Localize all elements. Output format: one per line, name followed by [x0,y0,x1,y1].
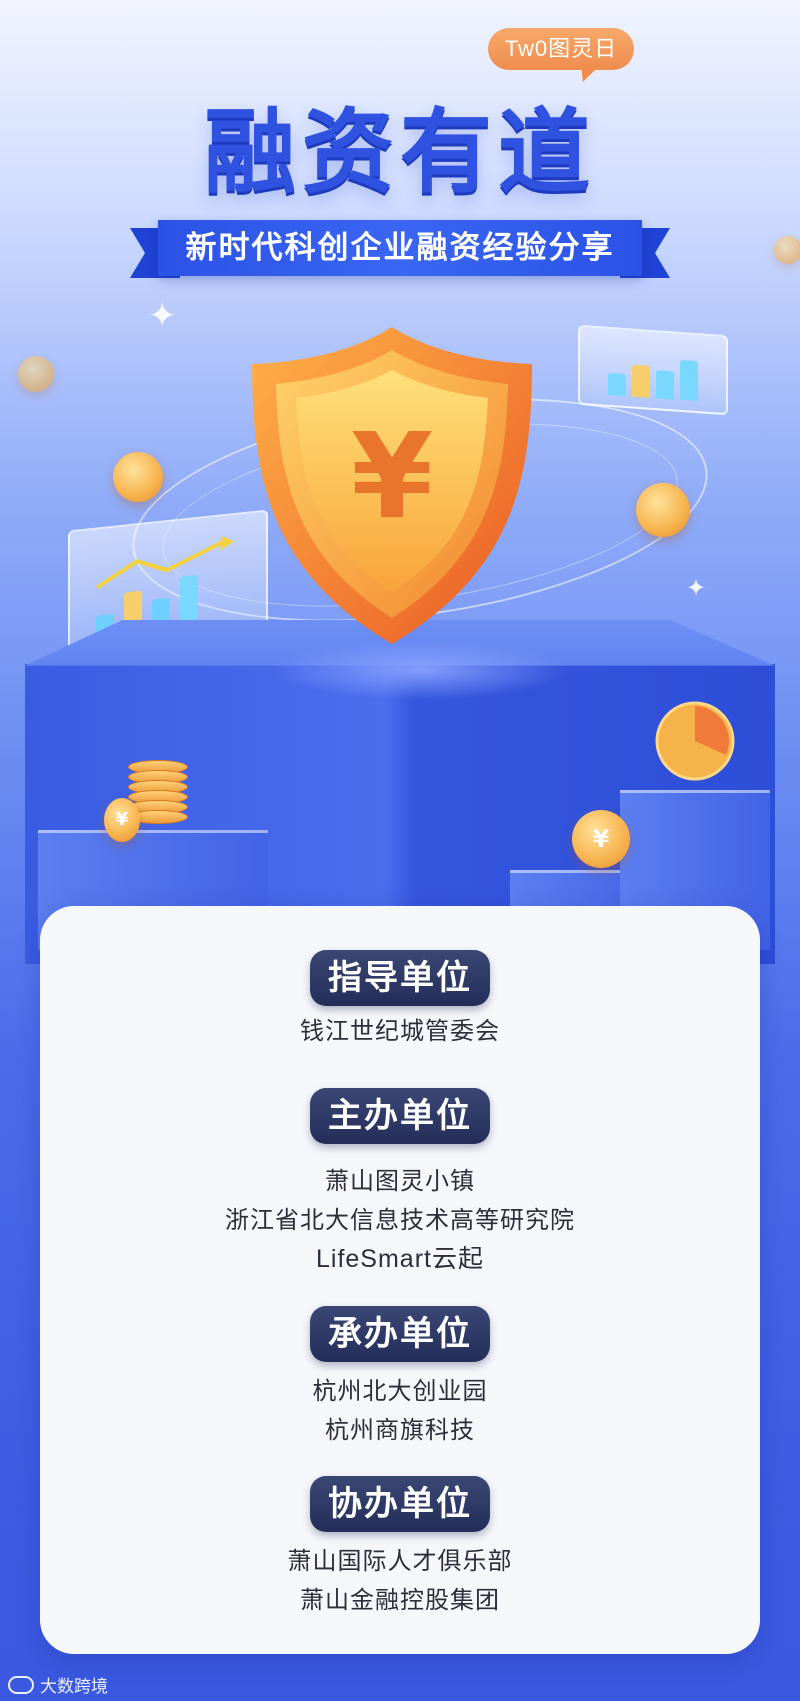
chart-bar-icon [608,372,626,397]
section-title: 指导单位 [310,950,490,1006]
watermark-text: 大数跨境 [40,1677,108,1697]
coin-icon: ¥ [104,798,140,842]
yuan-symbol: ¥ [351,407,433,545]
watermark: 大数跨境 [8,1672,108,1697]
poster: Tw0图灵日 融资有道 新时代科创企业融资经验分享 ✦ ✦ ¥ ¥ ¥ 指导单位… [0,0,800,1701]
coin-icon [18,356,54,392]
coin-icon [113,452,163,502]
chart-panel-right [578,324,728,416]
subtitle-ribbon: 新时代科创企业融资经验分享 [130,220,670,282]
pie-chart-icon [655,701,735,781]
section-title: 承办单位 [310,1306,490,1362]
event-badge: Tw0图灵日 [488,28,634,70]
coin-icon [636,483,690,537]
section-guidance: 指导单位 钱江世纪城管委会 [40,950,760,1051]
section-title: 主办单位 [310,1088,490,1144]
organizer-line: 杭州北大创业园 [312,1377,488,1405]
sparkle-icon: ✦ [686,574,707,602]
organizer-line: 萧山图灵小镇 [325,1167,475,1195]
organizer-line: 钱江世纪城管委会 [300,1017,500,1045]
organizer-line: 萧山金融控股集团 [300,1586,500,1614]
trend-arrow-icon [96,536,234,590]
chart-bar-icon [680,359,698,402]
organizer-line: LifeSmart云起 [316,1245,484,1273]
organizer-line: 浙江省北大信息技术高等研究院 [225,1206,575,1234]
organizers-card: 指导单位 钱江世纪城管委会 主办单位 萧山图灵小镇 浙江省北大信息技术高等研究院… [40,906,760,1654]
organizer-line: 萧山国际人才俱乐部 [287,1547,513,1575]
section-host: 主办单位 萧山图灵小镇 浙江省北大信息技术高等研究院 LifeSmart云起 [40,1088,760,1279]
shield-icon: ¥ [252,327,532,644]
section-organizer: 承办单位 杭州北大创业园 杭州商旗科技 [40,1306,760,1450]
section-title: 协办单位 [310,1476,490,1532]
subtitle-text: 新时代科创企业融资经验分享 [158,220,642,276]
section-co-organizer: 协办单位 萧山国际人才俱乐部 萧山金融控股集团 [40,1476,760,1620]
watermark-logo-icon [8,1675,34,1694]
organizer-line: 杭州商旗科技 [325,1416,475,1444]
chart-bar-icon [632,364,650,398]
coin-icon [774,236,800,264]
main-title: 融资有道 [203,99,596,206]
sparkle-icon: ✦ [148,296,177,336]
chart-bar-icon [656,370,674,400]
coin-icon: ¥ [572,810,630,868]
